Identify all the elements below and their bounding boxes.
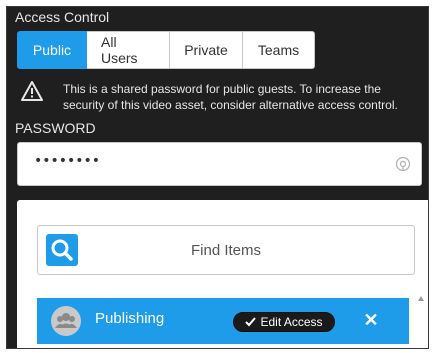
tab-public[interactable]: Public <box>17 31 87 69</box>
password-label: PASSWORD <box>15 120 96 136</box>
access-tabs: Public All Users Private Teams <box>17 31 315 69</box>
tab-all-users[interactable]: All Users <box>87 31 170 69</box>
access-list-panel: Find Items Publishing Edit Access ✕ <box>17 200 428 348</box>
list-item-label: Publishing <box>95 310 165 327</box>
password-field[interactable]: •••••••• <box>17 142 422 186</box>
find-items-input[interactable]: Find Items <box>37 225 415 275</box>
panel-title: Access Control <box>15 9 110 25</box>
scroll-up-arrow-icon[interactable] <box>417 295 425 303</box>
group-icon <box>51 306 81 336</box>
find-items-placeholder: Find Items <box>190 241 262 259</box>
tab-private[interactable]: Private <box>170 31 243 69</box>
tab-teams[interactable]: Teams <box>243 31 315 69</box>
password-value: •••••••• <box>34 153 101 169</box>
checkmark-icon <box>245 317 257 327</box>
eye-icon[interactable] <box>395 156 411 172</box>
warning-triangle-icon <box>21 81 43 101</box>
scrollbar[interactable] <box>415 295 427 348</box>
edit-access-label: Edit Access <box>260 315 323 329</box>
access-control-panel: Access Control Public All Users Private … <box>6 6 429 349</box>
close-icon[interactable]: ✕ <box>361 309 381 331</box>
warning-message: This is a shared password for public gue… <box>63 82 398 112</box>
list-item[interactable]: Publishing Edit Access ✕ <box>37 298 409 344</box>
edit-access-button[interactable]: Edit Access <box>233 312 335 332</box>
